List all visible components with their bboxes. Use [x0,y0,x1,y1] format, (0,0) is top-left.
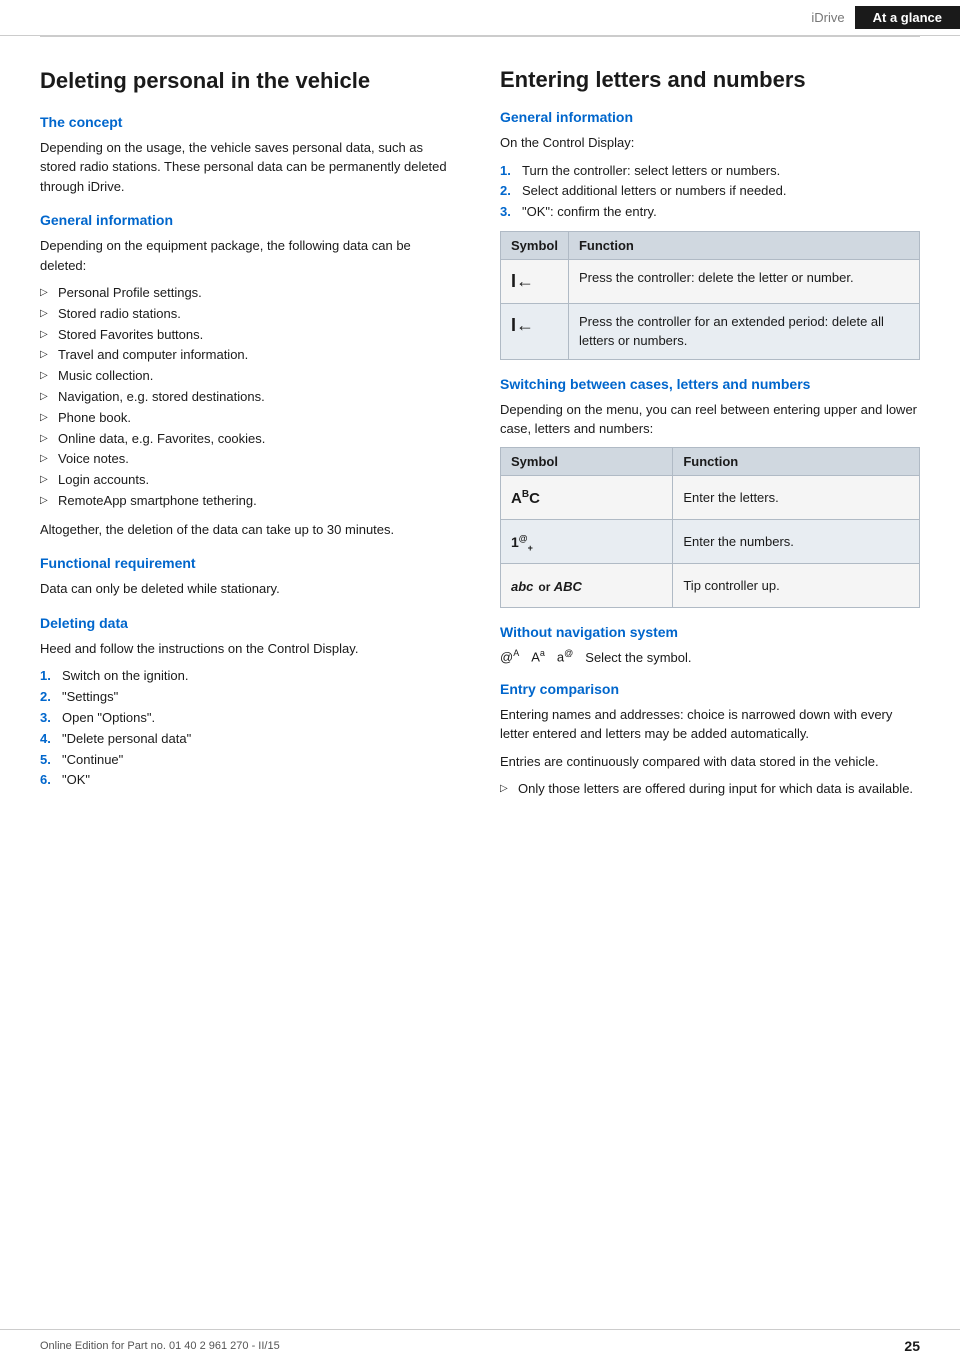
list-item: Phone book. [40,408,460,429]
functional-req-heading: Functional requirement [40,555,460,571]
list-item: Turn the controller: select letters or n… [500,161,920,182]
list-item: Stored radio stations. [40,304,460,325]
list-item: Personal Profile settings. [40,283,460,304]
switching-heading: Switching between cases, letters and num… [500,376,920,392]
list-item: "OK" [40,770,460,791]
without-nav-section: Without navigation system @A Aa a@ Selec… [500,624,920,664]
left-column: Deleting personal in the vehicle The con… [40,67,460,808]
symbol-table: Symbol Function I← Press the controller:… [500,231,920,360]
function-cell: Enter the numbers. [673,519,920,563]
list-item: Open "Options". [40,708,460,729]
function-cell: Press the controller for an extended per… [568,303,919,359]
symbol-a-circle: a@ [557,648,573,664]
general-info-footer: Altogether, the deletion of the data can… [40,520,460,540]
without-nav-select-text: Select the symbol. [585,650,691,665]
function-cell: Press the controller: delete the letter … [568,259,919,303]
general-info-body: Depending on the equipment package, the … [40,236,460,275]
list-item: Online data, e.g. Favorites, cookies. [40,429,460,450]
table-row: I← Press the controller: delete the lett… [501,259,920,303]
left-page-title: Deleting personal in the vehicle [40,67,460,96]
list-item: Login accounts. [40,470,460,491]
right-general-info-heading: General information [500,109,920,125]
list-item: Only those letters are offered during in… [500,779,920,800]
table-row: abc or ABC Tip controller up. [501,564,920,608]
symbol-cell-abc-or-ABC: abc or ABC [501,564,673,608]
without-nav-symbols: @A Aa a@ Select the symbol. [500,648,920,664]
num-symbol: 1@+ [511,534,533,550]
list-item: "Continue" [40,750,460,771]
concept-heading: The concept [40,114,460,130]
concept-body: Depending on the usage, the vehicle save… [40,138,460,197]
footer: Online Edition for Part no. 01 40 2 961 … [0,1329,960,1362]
symbol-cell: I← [501,303,569,359]
symbol-col-header: Symbol [501,231,569,259]
table-row: 1@+ Enter the numbers. [501,519,920,563]
nav-tab-at-a-glance[interactable]: At a glance [855,6,960,29]
list-item: RemoteApp smartphone tethering. [40,491,460,512]
list-item: Stored Favorites buttons. [40,325,460,346]
symbol-at-sup: @A [500,648,519,664]
function-col-header2: Function [673,447,920,475]
footer-page-number: 25 [904,1338,920,1354]
symbol-cell-abc: ABC [501,475,673,519]
functional-req-body: Data can only be deleted while stationar… [40,579,460,599]
right-page-title: Entering letters and numbers [500,67,920,93]
function-cell: Enter the letters. [673,475,920,519]
symbol-cell-num: 1@+ [501,519,673,563]
content-wrapper: Deleting personal in the vehicle The con… [0,37,960,828]
symbol-A-sup: Aa [531,648,545,664]
entry-comparison-heading: Entry comparison [500,681,920,697]
list-item: Select additional letters or numbers if … [500,181,920,202]
footer-text: Online Edition for Part no. 01 40 2 961 … [40,1340,280,1352]
symbol-cell: I← [501,259,569,303]
general-info-list: Personal Profile settings. Stored radio … [40,283,460,512]
right-general-info-intro: On the Control Display: [500,133,920,153]
nav-brand: iDrive [801,6,854,29]
right-general-info-steps: Turn the controller: select letters or n… [500,161,920,223]
list-item: "Settings" [40,687,460,708]
without-nav-heading: Without navigation system [500,624,920,640]
list-item: Voice notes. [40,449,460,470]
switching-body: Depending on the menu, you can reel betw… [500,400,920,439]
abc-symbol: ABC [511,490,540,507]
list-item: "OK": confirm the entry. [500,202,920,223]
list-item: Music collection. [40,366,460,387]
function-cell: Tip controller up. [673,564,920,608]
list-item: Switch on the ignition. [40,666,460,687]
table-row: ABC Enter the letters. [501,475,920,519]
entry-comparison-list: Only those letters are offered during in… [500,779,920,800]
table-row: I← Press the controller for an extended … [501,303,920,359]
switching-table: Symbol Function ABC Enter the letters. 1… [500,447,920,608]
list-item: Navigation, e.g. stored destinations. [40,387,460,408]
list-item: "Delete personal data" [40,729,460,750]
list-item: Travel and computer information. [40,345,460,366]
page-container: iDrive At a glance Deleting personal in … [0,0,960,1362]
right-column: Entering letters and numbers General inf… [500,67,920,808]
entry-comparison-body1: Entering names and addresses: choice is … [500,705,920,744]
ABC-symbol: ABC [554,579,582,594]
deleting-data-steps: Switch on the ignition. "Settings" Open … [40,666,460,791]
entry-comparison-body2: Entries are continuously compared with d… [500,752,920,772]
function-col-header: Function [568,231,919,259]
symbol-col-header2: Symbol [501,447,673,475]
general-info-heading: General information [40,212,460,228]
top-navigation: iDrive At a glance [0,0,960,36]
deleting-data-intro: Heed and follow the instructions on the … [40,639,460,659]
deleting-data-heading: Deleting data [40,615,460,631]
abc-or-ABC-symbol: abc [511,579,533,594]
or-text: or [538,580,553,594]
